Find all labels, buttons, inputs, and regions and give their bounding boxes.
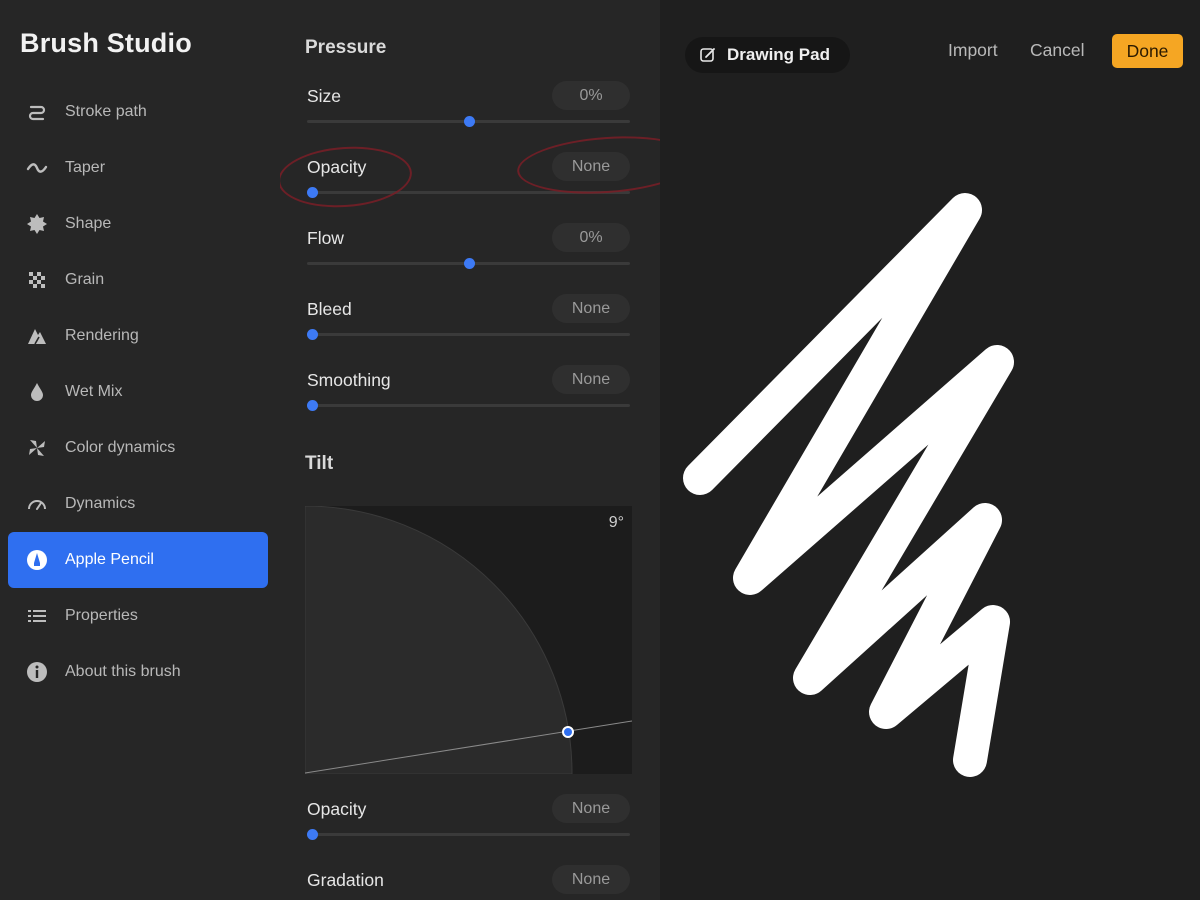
slider-track[interactable]	[307, 404, 630, 407]
row-label: Flow	[307, 228, 344, 248]
sidebar-nav: Stroke path Taper Shape Grain Rendering …	[8, 84, 268, 700]
shape-icon	[24, 211, 50, 237]
settings-panel: Pressure Size 0% Opacity None Flow 0% Bl…	[280, 0, 660, 900]
color-dynamics-icon	[24, 435, 50, 461]
slider-track[interactable]	[307, 833, 630, 836]
sidebar-item-label: Taper	[65, 159, 106, 176]
row-label: Opacity	[307, 799, 367, 819]
info-icon	[24, 659, 50, 685]
sidebar: Brush Studio Stroke path Taper Shape Gra…	[0, 0, 280, 900]
tilt-angle-value: 9°	[608, 514, 624, 531]
pressure-flow-row: Flow 0%	[307, 223, 630, 283]
sidebar-item-label: Color dynamics	[65, 439, 176, 456]
taper-icon	[24, 155, 50, 181]
row-value[interactable]: None	[552, 794, 630, 823]
row-label: Smoothing	[307, 370, 391, 390]
rendering-icon	[24, 323, 50, 349]
row-value[interactable]: 0%	[552, 81, 630, 110]
slider-thumb[interactable]	[307, 829, 318, 840]
sidebar-item-label: Stroke path	[65, 103, 147, 120]
row-value[interactable]: 0%	[552, 223, 630, 252]
sidebar-item-grain[interactable]: Grain	[8, 252, 268, 308]
pressure-bleed-row: Bleed None	[307, 294, 630, 354]
app-title: Brush Studio	[20, 28, 192, 58]
dynamics-icon	[24, 491, 50, 517]
row-value[interactable]: None	[552, 365, 630, 394]
tilt-graph[interactable]: 9°	[305, 506, 632, 774]
pressure-smoothing-row: Smoothing None	[307, 365, 630, 425]
tilt-section-title: Tilt	[305, 453, 334, 474]
sidebar-item-label: Grain	[65, 271, 105, 288]
sidebar-item-label: Wet Mix	[65, 383, 123, 400]
sidebar-item-label: Dynamics	[65, 495, 136, 512]
sidebar-item-color-dynamics[interactable]: Color dynamics	[8, 420, 268, 476]
tilt-gradation-row: Gradation None	[307, 865, 630, 900]
sidebar-item-label: Properties	[65, 607, 138, 624]
slider-thumb[interactable]	[463, 258, 475, 269]
wet-mix-icon	[24, 379, 50, 405]
sidebar-item-label: Apple Pencil	[65, 551, 154, 568]
pressure-section-title: Pressure	[305, 37, 387, 58]
tilt-opacity-row: Opacity None	[307, 794, 630, 854]
row-label: Size	[307, 86, 342, 106]
drawing-pad[interactable]: Drawing Pad Import Cancel Done	[660, 0, 1200, 900]
tilt-handle[interactable]	[562, 726, 574, 738]
tilt-graph-canvas	[305, 506, 632, 774]
sidebar-item-label: About this brush	[65, 663, 181, 680]
row-label: Bleed	[307, 299, 352, 319]
pressure-size-row: Size 0%	[307, 81, 630, 141]
sidebar-item-apple-pencil[interactable]: Apple Pencil	[8, 532, 268, 588]
slider-track[interactable]	[307, 333, 630, 336]
sidebar-item-stroke-path[interactable]: Stroke path	[8, 84, 268, 140]
row-label: Gradation	[307, 870, 384, 890]
slider-thumb[interactable]	[307, 400, 318, 411]
sidebar-item-rendering[interactable]: Rendering	[8, 308, 268, 364]
grain-icon	[24, 267, 50, 293]
properties-icon	[24, 603, 50, 629]
tilt-quarter-circle	[305, 506, 573, 774]
sidebar-item-about-this-brush[interactable]: About this brush	[8, 644, 268, 700]
sidebar-item-label: Rendering	[65, 327, 139, 344]
stroke-path-icon	[24, 99, 50, 125]
row-value[interactable]: None	[552, 294, 630, 323]
row-value[interactable]: None	[552, 865, 630, 894]
sidebar-item-properties[interactable]: Properties	[8, 588, 268, 644]
sidebar-item-wet-mix[interactable]: Wet Mix	[8, 364, 268, 420]
brush-stroke-preview	[683, 193, 1014, 777]
sidebar-item-shape[interactable]: Shape	[8, 196, 268, 252]
slider-thumb[interactable]	[307, 329, 318, 340]
sidebar-item-label: Shape	[65, 215, 112, 232]
apple-pencil-icon	[24, 547, 50, 573]
slider-thumb[interactable]	[463, 116, 475, 127]
sidebar-item-dynamics[interactable]: Dynamics	[8, 476, 268, 532]
sidebar-item-taper[interactable]: Taper	[8, 140, 268, 196]
